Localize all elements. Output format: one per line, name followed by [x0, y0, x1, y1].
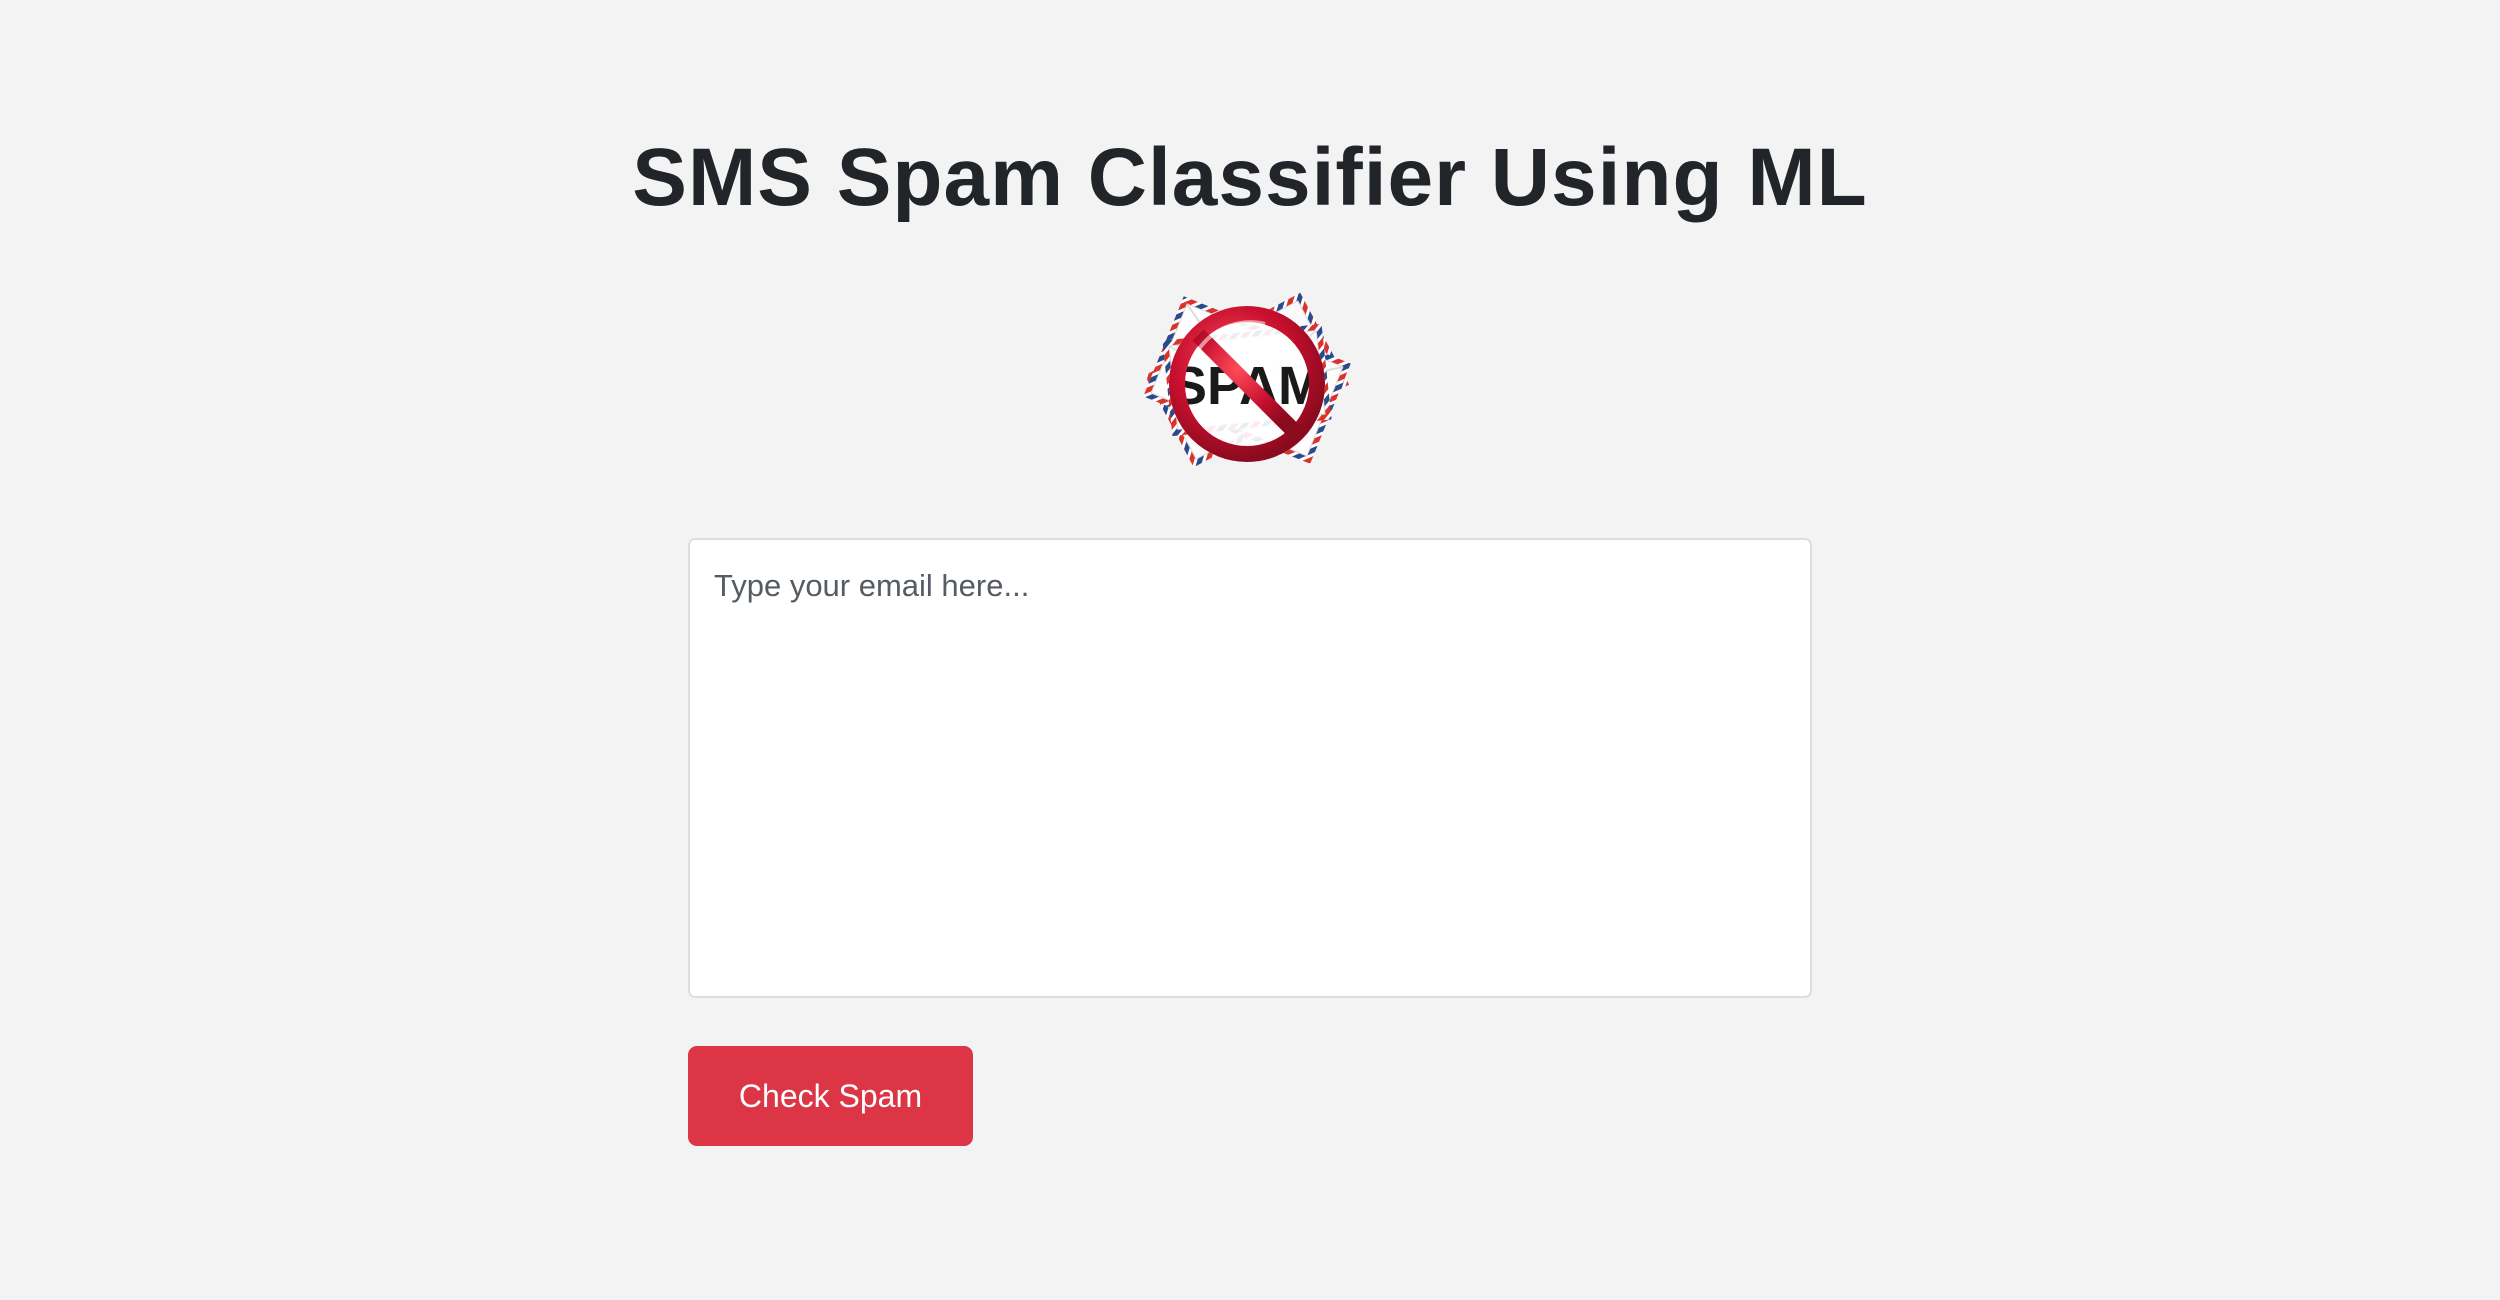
prohibition-sign: SPAM: [1169, 306, 1325, 462]
check-spam-button[interactable]: Check Spam: [688, 1046, 973, 1146]
no-spam-icon: SPAM: [1143, 292, 1351, 468]
email-input[interactable]: [688, 538, 1812, 998]
page-title: SMS Spam Classifier Using ML: [632, 132, 1868, 223]
